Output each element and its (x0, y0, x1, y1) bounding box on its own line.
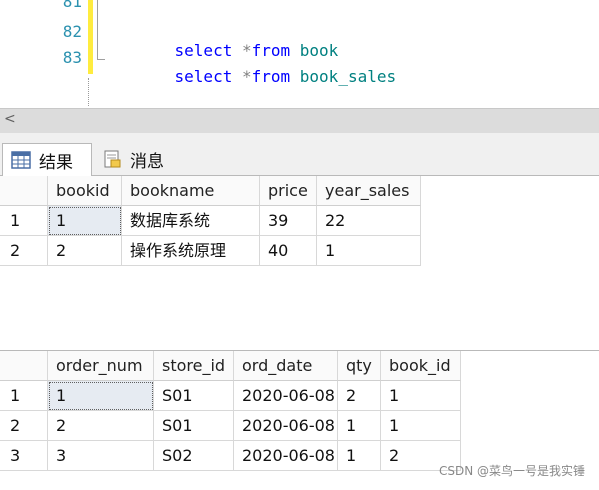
column-header[interactable]: bookid (48, 176, 122, 206)
row-header-corner[interactable] (0, 351, 48, 381)
row-number[interactable]: 1 (0, 381, 48, 411)
column-header[interactable]: store_id (154, 351, 234, 381)
table-row[interactable]: 2 2 操作系统原理 40 1 (0, 236, 421, 266)
column-header[interactable]: book_id (381, 351, 461, 381)
column-header[interactable]: year_sales (317, 176, 421, 206)
table-cell[interactable]: 1 (381, 381, 461, 411)
table-identifier: book_sales (299, 67, 397, 86)
query-editor[interactable]: 81 82 83 select *from book select *from … (0, 0, 599, 108)
table-cell[interactable]: 操作系统原理 (122, 236, 260, 266)
tab-messages-label: 消息 (130, 151, 164, 172)
grid-header-row: bookid bookname price year_sales (0, 176, 421, 206)
watermark: CSDN @菜鸟一号是我实锤 (438, 464, 585, 478)
table-cell[interactable]: 数据库系统 (122, 206, 260, 236)
table-row[interactable]: 1 1 数据库系统 39 22 (0, 206, 421, 236)
row-header-corner[interactable] (0, 176, 48, 206)
table-cell[interactable]: 2 (48, 236, 122, 266)
keyword-select: select (174, 67, 233, 86)
star-operator: * (241, 67, 252, 86)
table-row[interactable]: 1 1 S01 2020-06-08 2 1 (0, 381, 461, 411)
column-header[interactable]: order_num (48, 351, 154, 381)
row-number[interactable]: 1 (0, 206, 48, 236)
table-cell[interactable]: 2020-06-08 (234, 411, 338, 441)
tab-results[interactable]: 结果 (2, 143, 92, 176)
table-cell[interactable]: S01 (154, 381, 234, 411)
table-row[interactable]: 3 3 S02 2020-06-08 1 2 (0, 441, 461, 471)
row-number[interactable]: 3 (0, 441, 48, 471)
table-cell[interactable]: 2 (48, 411, 154, 441)
grid-icon (11, 151, 31, 169)
keyword-from: from (251, 67, 291, 86)
line-number: 83 (62, 48, 82, 67)
column-header[interactable]: bookname (122, 176, 260, 206)
code-line-83[interactable]: select *from book_sales (136, 48, 397, 105)
scroll-left-icon[interactable]: < (4, 111, 16, 127)
table-cell[interactable]: 2020-06-08 (234, 381, 338, 411)
message-document-icon (104, 150, 121, 168)
tab-messages[interactable]: 消息 (94, 143, 176, 175)
outline-fold-end (97, 59, 105, 60)
line-number: 81 (62, 0, 82, 11)
column-header[interactable]: ord_date (234, 351, 338, 381)
dotted-guide (88, 78, 90, 106)
table-cell[interactable]: 2 (338, 381, 381, 411)
tab-results-label: 结果 (39, 152, 73, 173)
results-tab-bar: 结果 消息 (0, 133, 599, 176)
change-tracking-bar (88, 0, 93, 74)
table-cell[interactable]: 40 (260, 236, 317, 266)
table-cell[interactable]: 22 (317, 206, 421, 236)
grid-header-row: order_num store_id ord_date qty book_id (0, 351, 461, 381)
table-cell[interactable]: S02 (154, 441, 234, 471)
table-cell[interactable]: 1 (338, 411, 381, 441)
table-cell[interactable]: 39 (260, 206, 317, 236)
table-cell[interactable]: 1 (48, 206, 122, 236)
table-cell[interactable]: 1 (338, 441, 381, 471)
horizontal-scrollbar[interactable]: < (0, 108, 599, 133)
outline-fold-line (97, 0, 98, 60)
row-number[interactable]: 2 (0, 236, 48, 266)
column-header[interactable]: qty (338, 351, 381, 381)
results-grid-book[interactable]: bookid bookname price year_sales 1 1 数据库… (0, 176, 599, 346)
row-number[interactable]: 2 (0, 411, 48, 441)
table-cell[interactable]: 2020-06-08 (234, 441, 338, 471)
table-cell[interactable]: 3 (48, 441, 154, 471)
table-row[interactable]: 2 2 S01 2020-06-08 1 1 (0, 411, 461, 441)
table-cell[interactable]: 1 (48, 381, 154, 411)
table-cell[interactable]: 1 (381, 411, 461, 441)
column-header[interactable]: price (260, 176, 317, 206)
table-cell[interactable]: S01 (154, 411, 234, 441)
line-number: 82 (62, 22, 82, 41)
table-cell[interactable]: 1 (317, 236, 421, 266)
line-number-gutter: 81 82 83 (0, 0, 86, 108)
